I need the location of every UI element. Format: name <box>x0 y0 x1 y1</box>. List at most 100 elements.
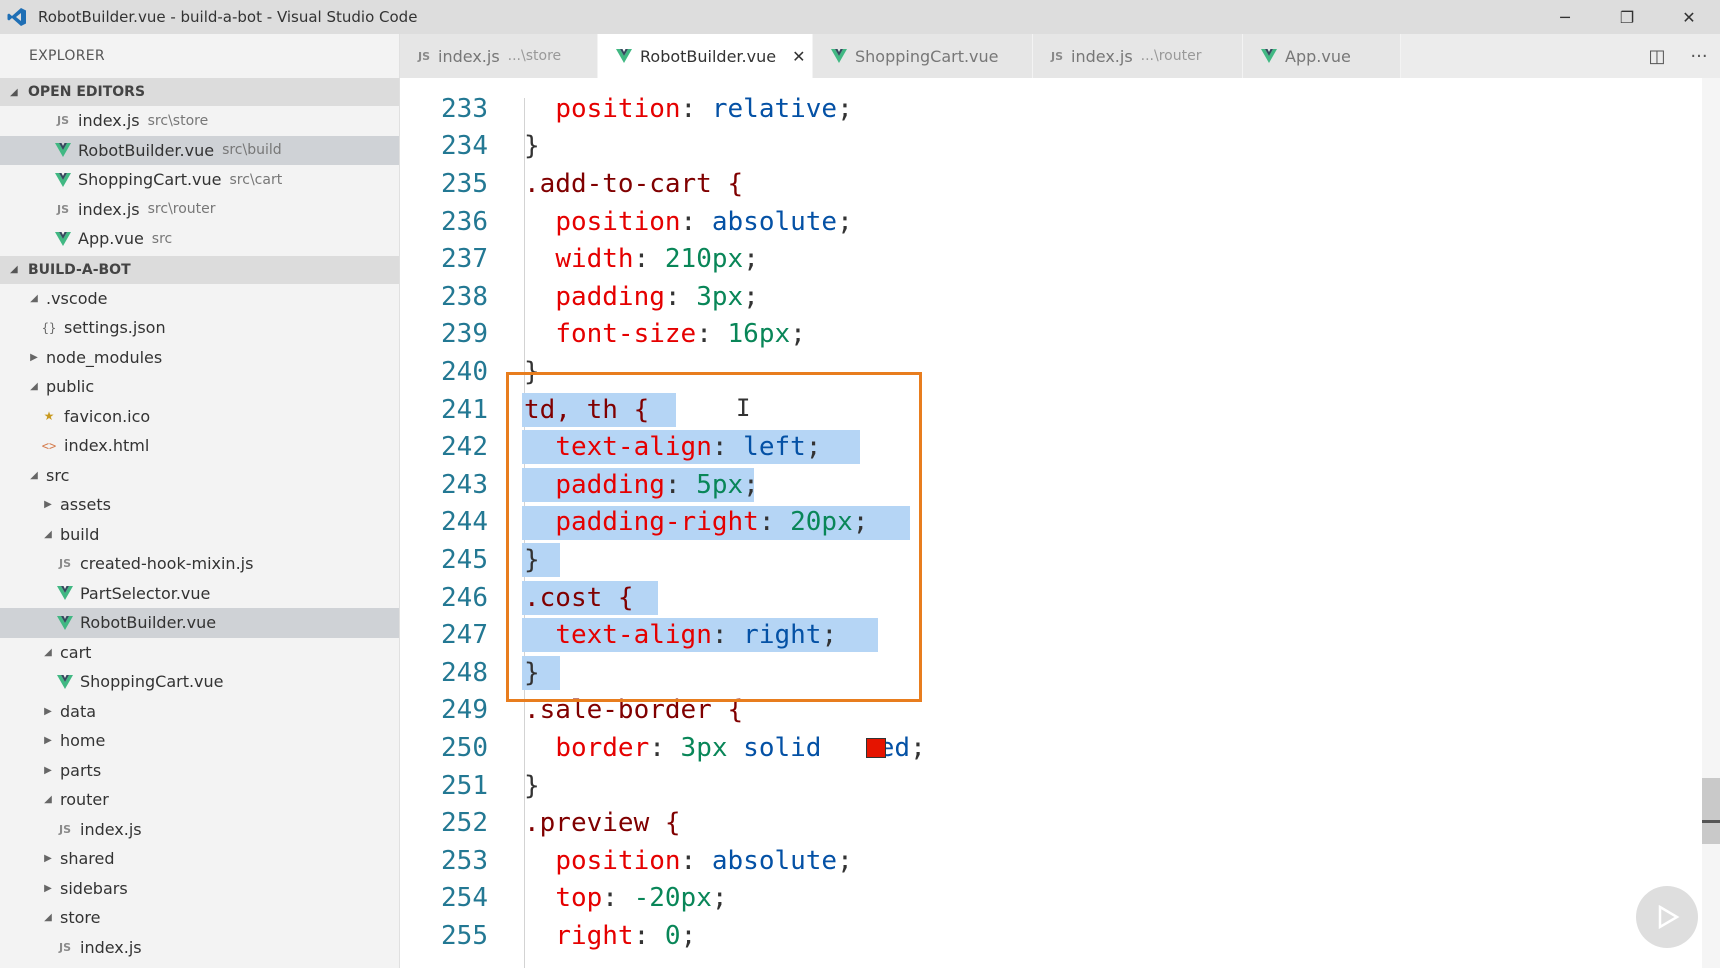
tree-file[interactable]: ★ favicon.ico <box>0 402 399 432</box>
caret-down-icon: ◢ <box>10 264 18 275</box>
code-text: top: -20px; <box>555 883 728 914</box>
tree-folder[interactable]: ◢ store <box>0 903 399 933</box>
tree-folder[interactable]: ▶ assets <box>0 490 399 520</box>
tree-folder[interactable]: ◢ .vscode <box>0 284 399 314</box>
caret-right-icon: ▶ <box>44 705 52 717</box>
code-line: 246 .cost { <box>441 582 634 613</box>
code-line: 236 position: absolute; <box>441 206 853 237</box>
code-line: 247 text-align: right; <box>441 620 838 651</box>
caret-right-icon: ▶ <box>44 764 52 776</box>
code-line: 243 padding: 5px; <box>441 469 759 500</box>
code-text: .sale-border { <box>524 695 744 726</box>
code-editor[interactable]: 233 position: relative; 234} 235 .add-to-… <box>400 78 1720 968</box>
code-text: td, th { <box>524 394 650 425</box>
more-actions-icon[interactable]: ··· <box>1678 46 1720 67</box>
tab-app[interactable]: App.vue <box>1243 34 1401 78</box>
code-line: 250 border: 3px solid red; <box>441 732 926 763</box>
color-swatch-red[interactable] <box>866 738 886 758</box>
tree-file[interactable]: JS index.js <box>0 815 399 845</box>
code-text: width: 210px; <box>555 244 759 275</box>
tree-file[interactable]: JS created-hook-mixin.js <box>0 549 399 579</box>
tree-folder[interactable]: ▶ home <box>0 726 399 756</box>
code-line: 245} <box>441 544 540 575</box>
code-line: 254 top: -20px; <box>441 883 728 914</box>
js-icon: JS <box>58 557 71 571</box>
code-text: padding: 3px; <box>555 281 759 312</box>
tab-actions: ◫ ··· <box>1636 34 1720 78</box>
open-editors-header[interactable]: ◢ OPEN EDITORS <box>0 78 399 106</box>
code-line: 233 position: relative; <box>441 93 853 124</box>
tree-folder[interactable]: ▶ sidebars <box>0 874 399 904</box>
code-line: 252 .preview { <box>441 808 681 839</box>
tree-file[interactable]: RobotBuilder.vue <box>0 608 399 638</box>
tab-shoppingcart[interactable]: ShoppingCart.vue <box>813 34 1033 78</box>
code-text: } <box>524 544 540 575</box>
minimize-button[interactable]: ─ <box>1534 0 1596 34</box>
window-title: RobotBuilder.vue - build-a-bot - Visual … <box>38 8 418 26</box>
open-editor-item[interactable]: JS index.js src\router <box>0 195 399 225</box>
open-editor-item[interactable]: JS index.js src\store <box>0 106 399 136</box>
vue-icon <box>54 673 76 691</box>
restore-button[interactable]: ❐ <box>1596 0 1658 34</box>
tree-file[interactable]: ShoppingCart.vue <box>0 667 399 697</box>
scroll-position-marker <box>1702 820 1720 823</box>
tab-index-store[interactable]: JS index.js ...\store <box>400 34 598 78</box>
close-window-button[interactable]: ✕ <box>1658 0 1720 34</box>
tree-file[interactable]: PartSelector.vue <box>0 579 399 609</box>
code-line: 244 padding-right: 20px; <box>441 507 869 538</box>
caret-right-icon: ▶ <box>44 853 52 865</box>
tree-folder[interactable]: ◢ build <box>0 520 399 550</box>
open-editor-item[interactable]: ShoppingCart.vue src\cart <box>0 165 399 195</box>
tab-robotbuilder[interactable]: RobotBuilder.vue ✕ <box>598 34 813 78</box>
tree-folder[interactable]: ▶ parts <box>0 756 399 786</box>
tree-folder[interactable]: ◢ cart <box>0 638 399 668</box>
vue-icon <box>52 171 74 189</box>
open-editor-item[interactable]: RobotBuilder.vue src\build <box>0 135 399 165</box>
code-text: position: relative; <box>555 93 853 124</box>
caret-right-icon: ▶ <box>44 882 52 894</box>
code-text: font-size: 16px; <box>555 319 806 350</box>
vue-icon <box>1261 49 1277 63</box>
code-text: position: absolute; <box>555 206 853 237</box>
play-icon[interactable] <box>1636 886 1698 948</box>
caret-down-icon: ◢ <box>44 912 52 924</box>
js-icon: JS <box>418 49 431 63</box>
code-line: 241 td, th { <box>441 394 650 425</box>
code-line: 255 right: 0; <box>441 920 697 951</box>
star-icon: ★ <box>43 409 55 424</box>
caret-right-icon: ▶ <box>30 351 38 363</box>
code-text: padding: 5px; <box>555 469 759 500</box>
code-line: 248} <box>441 657 540 688</box>
code-line: 234} <box>441 131 540 162</box>
tab-index-router[interactable]: JS index.js ...\router <box>1033 34 1243 78</box>
tree-folder[interactable]: ▶ data <box>0 697 399 727</box>
tree-file[interactable]: JS index.js <box>0 933 399 963</box>
tree-file[interactable]: {} settings.json <box>0 313 399 343</box>
code-line: 251} <box>441 770 540 801</box>
vue-icon <box>616 49 632 63</box>
tree-file[interactable]: <> index.html <box>0 431 399 461</box>
caret-right-icon: ▶ <box>44 735 52 747</box>
tree-folder[interactable]: ◢ router <box>0 785 399 815</box>
text-cursor-icon: I <box>736 394 751 422</box>
vue-icon <box>52 141 74 159</box>
split-editor-icon[interactable]: ◫ <box>1636 46 1678 67</box>
tree-folder[interactable]: ◢ public <box>0 372 399 402</box>
title-bar: RobotBuilder.vue - build-a-bot - Visual … <box>0 0 1720 34</box>
caret-down-icon: ◢ <box>30 469 38 481</box>
explorer-header: EXPLORER <box>29 48 105 64</box>
open-editor-item[interactable]: App.vue src <box>0 224 399 254</box>
js-icon: JS <box>58 940 71 954</box>
tree-folder[interactable]: ▶ node_modules <box>0 343 399 373</box>
close-tab-icon[interactable]: ✕ <box>792 47 805 66</box>
caret-down-icon: ◢ <box>44 794 52 806</box>
vertical-scrollbar[interactable] <box>1702 78 1720 968</box>
code-line: 238 padding: 3px; <box>441 281 759 312</box>
project-header[interactable]: ◢ BUILD-A-BOT <box>0 255 399 284</box>
caret-down-icon: ◢ <box>44 528 52 540</box>
scrollbar-thumb[interactable] <box>1702 778 1720 844</box>
tree-folder[interactable]: ◢ src <box>0 461 399 491</box>
tree-folder[interactable]: ▶ shared <box>0 844 399 874</box>
code-text: .add-to-cart { <box>524 168 744 199</box>
code-line: 249 .sale-border { <box>441 695 744 726</box>
